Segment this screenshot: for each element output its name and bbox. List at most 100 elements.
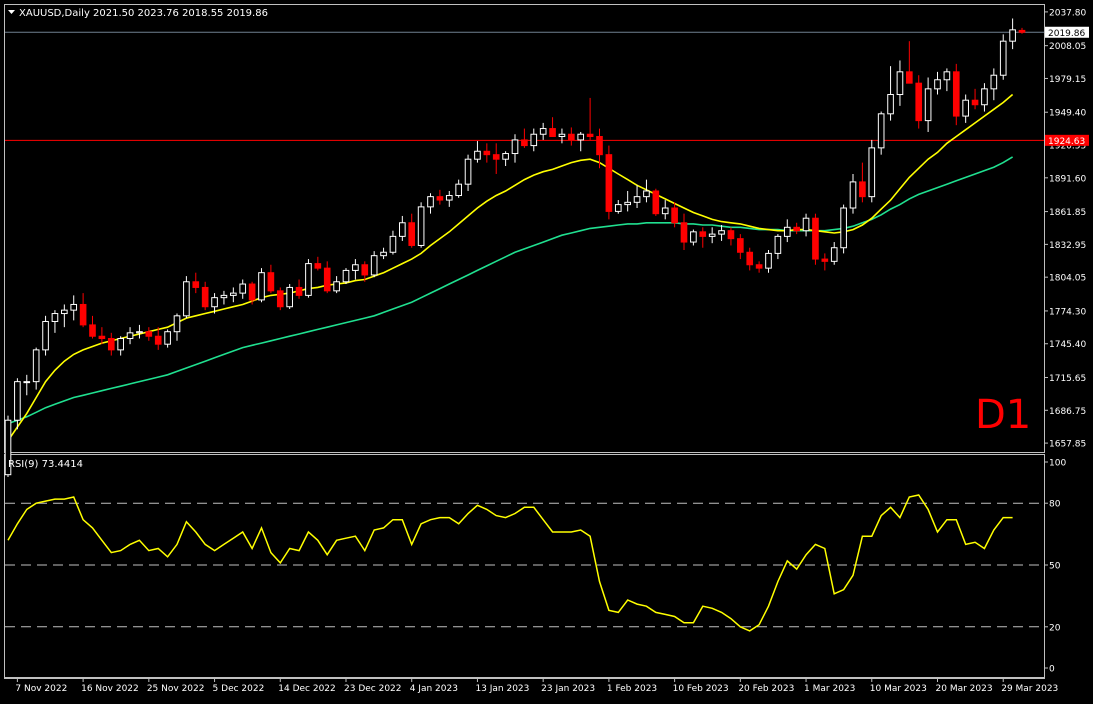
candle[interactable]	[230, 287, 237, 303]
candle[interactable]	[952, 63, 960, 126]
candle[interactable]	[999, 34, 1007, 80]
chart-window[interactable]: 2037.80 2008.05 1979.15 1949.40 1920.55 1891.…	[0, 0, 1093, 700]
candle[interactable]	[276, 287, 284, 311]
candle[interactable]	[680, 213, 688, 250]
price-axis[interactable]: 2037.802008.051979.151949.401920.551891.…	[1044, 8, 1086, 450]
candle[interactable]	[943, 68, 951, 92]
candle[interactable]	[295, 279, 303, 299]
candle[interactable]	[765, 249, 772, 273]
candle[interactable]	[859, 162, 866, 203]
candle[interactable]	[962, 94, 969, 123]
candle[interactable]	[568, 127, 575, 146]
candle[interactable]	[633, 185, 641, 209]
candle[interactable]	[70, 295, 78, 321]
candle[interactable]	[746, 247, 754, 271]
candle[interactable]	[812, 213, 819, 265]
candle[interactable]	[990, 68, 998, 101]
candle[interactable]	[624, 190, 631, 212]
candle[interactable]	[521, 128, 528, 148]
candle[interactable]	[183, 276, 190, 319]
candle[interactable]	[605, 145, 613, 220]
candle[interactable]	[445, 190, 453, 207]
candle[interactable]	[427, 193, 434, 214]
candle[interactable]	[511, 134, 519, 163]
candle[interactable]	[849, 173, 857, 214]
candle[interactable]	[342, 268, 350, 285]
candle[interactable]	[89, 315, 96, 339]
candle[interactable]	[577, 131, 585, 152]
ma-fast-line[interactable]	[7, 93, 1014, 442]
candle[interactable]	[192, 272, 200, 294]
candle[interactable]	[267, 264, 275, 294]
candle[interactable]	[718, 225, 725, 241]
candle[interactable]	[305, 259, 312, 298]
candle[interactable]	[286, 284, 293, 310]
triangle-down-icon[interactable]	[8, 10, 15, 14]
candle[interactable]	[661, 200, 669, 220]
candle[interactable]	[502, 151, 509, 167]
candle[interactable]	[201, 281, 209, 311]
candle[interactable]	[934, 71, 941, 95]
candle[interactable]	[652, 188, 660, 216]
candle[interactable]	[117, 336, 124, 356]
candle[interactable]	[887, 66, 894, 121]
candle[interactable]	[399, 215, 406, 241]
candle[interactable]	[821, 253, 829, 271]
candle[interactable]	[783, 219, 791, 243]
candle[interactable]	[323, 261, 331, 294]
candle[interactable]	[1018, 27, 1026, 34]
candle[interactable]	[220, 290, 228, 305]
candle[interactable]	[755, 261, 763, 273]
candle[interactable]	[352, 259, 359, 280]
candle[interactable]	[643, 179, 650, 203]
candle[interactable]	[981, 83, 988, 112]
candle[interactable]	[42, 315, 49, 356]
candle[interactable]	[61, 304, 68, 328]
candle[interactable]	[239, 279, 247, 299]
candle[interactable]	[164, 329, 171, 348]
time-axis[interactable]: 7 Nov 2022 16 Nov 2022 25 Nov 2022 5 Dec 20…	[15, 678, 1058, 694]
candle[interactable]	[727, 227, 735, 246]
candle[interactable]	[107, 332, 115, 356]
candle[interactable]	[774, 234, 782, 260]
candle[interactable]	[417, 202, 425, 248]
candle[interactable]	[558, 128, 566, 144]
candle[interactable]	[145, 327, 153, 341]
candle[interactable]	[492, 143, 500, 174]
candle[interactable]	[136, 324, 143, 339]
candle[interactable]	[173, 313, 181, 341]
candle[interactable]	[51, 310, 59, 333]
candle[interactable]	[333, 276, 340, 294]
rsi-line[interactable]	[7, 494, 1013, 632]
candle[interactable]	[370, 251, 378, 278]
candle[interactable]	[971, 88, 979, 110]
candle[interactable]	[98, 327, 106, 345]
candle[interactable]	[708, 227, 716, 244]
candle[interactable]	[32, 347, 40, 390]
candle[interactable]	[906, 41, 913, 84]
candle[interactable]	[549, 117, 556, 138]
candle[interactable]	[830, 242, 838, 265]
candle[interactable]	[436, 189, 444, 205]
candle[interactable]	[474, 141, 481, 163]
rsi-axis[interactable]: 100 80 50 20 0	[1044, 459, 1066, 675]
candle[interactable]	[408, 213, 416, 248]
candle[interactable]	[896, 60, 904, 106]
candle[interactable]	[258, 268, 265, 303]
candle[interactable]	[530, 128, 538, 152]
candle[interactable]	[690, 229, 697, 246]
candle[interactable]	[586, 97, 594, 140]
candle[interactable]	[737, 234, 744, 260]
candle[interactable]	[126, 327, 134, 345]
candle[interactable]	[793, 222, 800, 235]
candle[interactable]	[924, 77, 932, 132]
candle[interactable]	[614, 200, 622, 214]
candle[interactable]	[1009, 18, 1016, 50]
candle[interactable]	[539, 122, 547, 140]
candle[interactable]	[877, 111, 885, 155]
candle[interactable]	[389, 230, 397, 255]
candle[interactable]	[868, 139, 876, 203]
candle[interactable]	[802, 213, 810, 237]
candle[interactable]	[23, 374, 31, 396]
candle[interactable]	[840, 204, 847, 254]
